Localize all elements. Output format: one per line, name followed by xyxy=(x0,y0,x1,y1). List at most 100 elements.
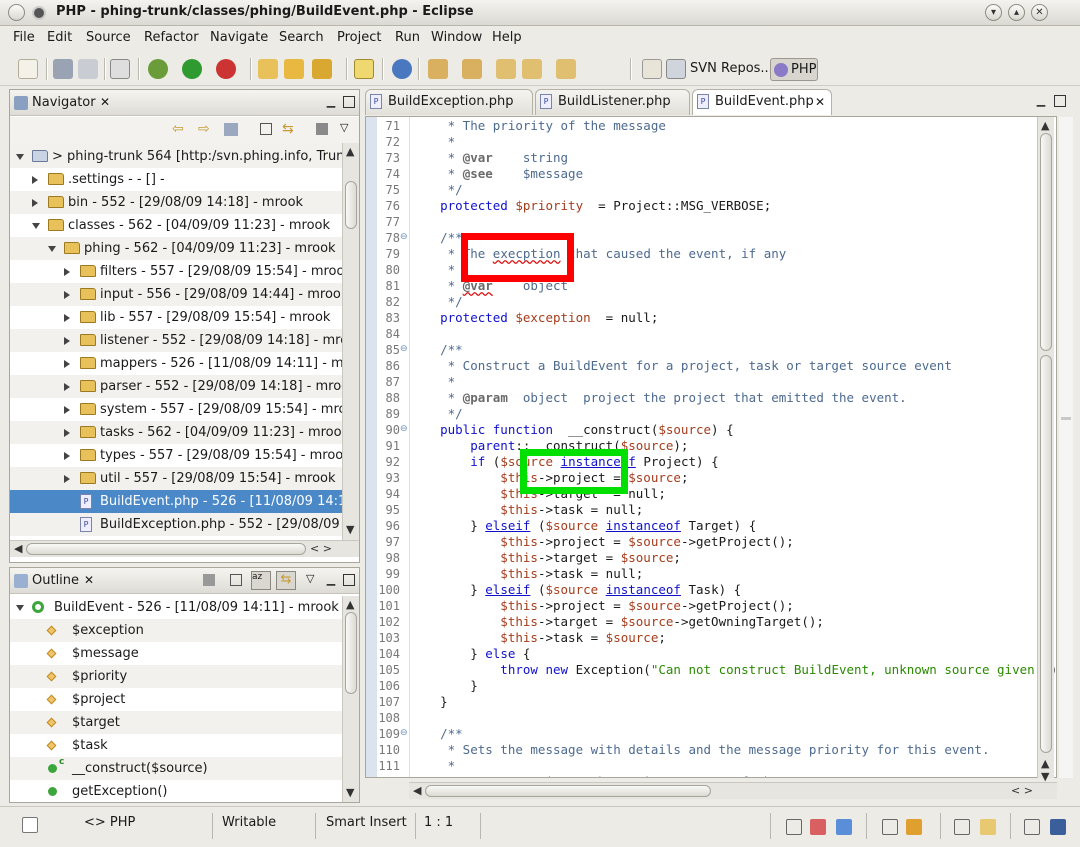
fold-icon[interactable]: ⊖ xyxy=(400,344,408,354)
rocket-icon[interactable] xyxy=(906,819,922,835)
run-icon[interactable] xyxy=(182,59,202,79)
restore-icon[interactable] xyxy=(882,819,898,835)
external-tools-icon[interactable] xyxy=(216,59,236,79)
globe-icon[interactable] xyxy=(392,59,412,79)
menu-run[interactable]: Run xyxy=(395,30,420,45)
menu-project[interactable]: Project xyxy=(337,30,381,45)
expand-closed-icon[interactable] xyxy=(64,429,70,437)
scroll-thumb[interactable] xyxy=(345,181,357,229)
outline-row[interactable]: $task xyxy=(10,734,342,757)
expand-closed-icon[interactable] xyxy=(32,176,38,184)
svn-icon[interactable] xyxy=(666,59,686,79)
documents-icon[interactable] xyxy=(980,819,996,835)
scroll-thumb[interactable] xyxy=(26,543,306,555)
sort-alpha-icon[interactable]: az xyxy=(251,571,271,590)
tasks-icon[interactable] xyxy=(836,819,852,835)
expand-closed-icon[interactable] xyxy=(64,452,70,460)
menu-window[interactable]: Window xyxy=(431,30,482,45)
navigator-row[interactable]: bin - 552 - [29/08/09 14:18] - mrook xyxy=(10,191,342,214)
editor-tab-buildevent[interactable]: P BuildEvent.php ✕ xyxy=(692,89,832,115)
outline-row[interactable]: $target xyxy=(10,711,342,734)
close-icon[interactable]: ✕ xyxy=(100,95,110,109)
scroll-up-icon[interactable]: ▲ xyxy=(1041,119,1049,132)
collapse-icon[interactable] xyxy=(230,574,242,586)
navigator-row[interactable]: listener - 552 - [29/08/09 14:18] - mro xyxy=(10,329,342,352)
navigator-row[interactable]: types - 557 - [29/08/09 15:54] - mrook xyxy=(10,444,342,467)
minimize-editor-icon[interactable]: ▁ xyxy=(1035,95,1047,107)
link-editor-icon[interactable]: ⇆ xyxy=(276,571,296,590)
restore-icon[interactable] xyxy=(954,819,970,835)
navigator-row[interactable]: tasks - 562 - [04/09/09 11:23] - mrook xyxy=(10,421,342,444)
outline-row[interactable]: $exception xyxy=(10,619,342,642)
print-icon[interactable] xyxy=(78,59,98,79)
problems-icon[interactable] xyxy=(810,819,826,835)
navigator-row[interactable]: classes - 562 - [04/09/09 11:23] - mrook xyxy=(10,214,342,237)
expand-closed-icon[interactable] xyxy=(64,314,70,322)
menu-navigate[interactable]: Navigate xyxy=(210,30,268,45)
link-editor-icon[interactable]: ⇆ xyxy=(282,121,294,137)
navigator-row[interactable]: system - 557 - [29/08/09 15:54] - mroo xyxy=(10,398,342,421)
scroll-down-icon[interactable]: ▼ xyxy=(346,523,354,536)
close-icon[interactable]: ✕ xyxy=(84,573,94,587)
next-annotation-icon[interactable] xyxy=(428,59,448,79)
scroll-right-icon[interactable]: < > xyxy=(310,542,332,555)
editor-tab-buildexception[interactable]: P BuildException.php xyxy=(365,89,533,115)
prev-annotation-icon[interactable] xyxy=(462,59,482,79)
navigator-row[interactable]: .settings - - [] - xyxy=(10,168,342,191)
outline-row[interactable]: BuildEvent - 526 - [11/08/09 14:11] - mr… xyxy=(10,596,342,619)
editor-tab-buildlistener[interactable]: P BuildListener.php xyxy=(535,89,690,115)
expand-closed-icon[interactable] xyxy=(64,406,70,414)
scroll-left-icon[interactable]: ◀ xyxy=(14,542,22,555)
scroll-thumb[interactable] xyxy=(425,785,711,797)
menu-edit[interactable]: Edit xyxy=(47,30,72,45)
collapse-all-icon[interactable] xyxy=(260,123,272,135)
navigator-row[interactable]: mappers - 526 - [11/08/09 14:11] - mr xyxy=(10,352,342,375)
perspective-php-button[interactable]: PHP xyxy=(770,58,818,81)
code-editor[interactable]: 71 72 73 74 75 76 77 78 ⊖ 79 80 81 82 83 84 85 ⊖ 86 87 88 89… xyxy=(365,116,1057,778)
editor-vscrollbar[interactable]: ▲ ▲ ▼ xyxy=(1037,117,1054,783)
outline-vscrollbar[interactable]: ▲ ▼ xyxy=(342,596,359,802)
menu-source[interactable]: Source xyxy=(86,30,131,45)
expand-open-icon[interactable] xyxy=(48,246,56,252)
expand-closed-icon[interactable] xyxy=(64,291,70,299)
scroll-down-icon[interactable]: ▲ ▼ xyxy=(1041,757,1049,783)
menu-help[interactable]: Help xyxy=(492,30,522,45)
forward-icon[interactable]: ⇨ xyxy=(198,121,210,137)
minimize-view-icon[interactable]: ▁ xyxy=(325,574,337,586)
navigator-vscrollbar[interactable]: ▲ ▼ xyxy=(342,143,359,540)
last-edit-icon[interactable] xyxy=(496,59,516,79)
toggle-mark-icon[interactable] xyxy=(354,59,374,79)
fast-view-icon[interactable] xyxy=(22,817,38,833)
outline-tab[interactable]: Outline xyxy=(32,573,79,588)
maximize-view-icon[interactable] xyxy=(343,96,355,108)
minimize-icon[interactable]: ▾ xyxy=(985,4,1002,21)
view-menu-icon[interactable]: ▽ xyxy=(306,572,314,585)
view-menu-icon[interactable]: ▽ xyxy=(340,121,348,134)
scroll-down-icon[interactable]: ▼ xyxy=(346,786,354,799)
maximize-icon[interactable]: ▴ xyxy=(1008,4,1025,21)
new-icon[interactable] xyxy=(18,59,38,79)
outline-row[interactable]: $project xyxy=(10,688,342,711)
navigator-hscrollbar[interactable]: ◀ < > xyxy=(10,540,359,557)
expand-open-icon[interactable] xyxy=(32,223,40,229)
scroll-thumb[interactable] xyxy=(1040,133,1052,351)
console-icon[interactable] xyxy=(1050,819,1066,835)
outline-row[interactable]: c __construct($source) xyxy=(10,757,342,780)
navigator-row[interactable]: P BuildEvent.php - 526 - [11/08/09 14:11 xyxy=(10,490,342,513)
navigator-row[interactable]: lib - 557 - [29/08/09 15:54] - mrook xyxy=(10,306,342,329)
navigator-row[interactable]: phing - 562 - [04/09/09 11:23] - mrook xyxy=(10,237,342,260)
binary-icon[interactable] xyxy=(110,59,130,79)
navigator-row[interactable]: P BuildException.php - 552 - [29/08/09 1 xyxy=(10,513,342,536)
scroll-right-icon[interactable]: < > xyxy=(1011,784,1033,797)
restore-icon[interactable] xyxy=(786,819,802,835)
forward-icon[interactable] xyxy=(556,59,576,79)
scroll-up-icon[interactable]: ▲ xyxy=(346,145,354,158)
scroll-left-icon[interactable]: ◀ xyxy=(413,784,421,797)
scroll-thumb-lower[interactable] xyxy=(1040,355,1052,753)
minimize-view-icon[interactable]: ▁ xyxy=(325,96,337,108)
fold-icon[interactable]: ⊖ xyxy=(400,424,408,434)
navigator-row[interactable]: filters - 557 - [29/08/09 15:54] - mrook xyxy=(10,260,342,283)
fold-icon[interactable]: ⊖ xyxy=(400,728,408,738)
close-icon[interactable]: ✕ xyxy=(1031,4,1048,21)
up-icon[interactable] xyxy=(224,123,238,136)
